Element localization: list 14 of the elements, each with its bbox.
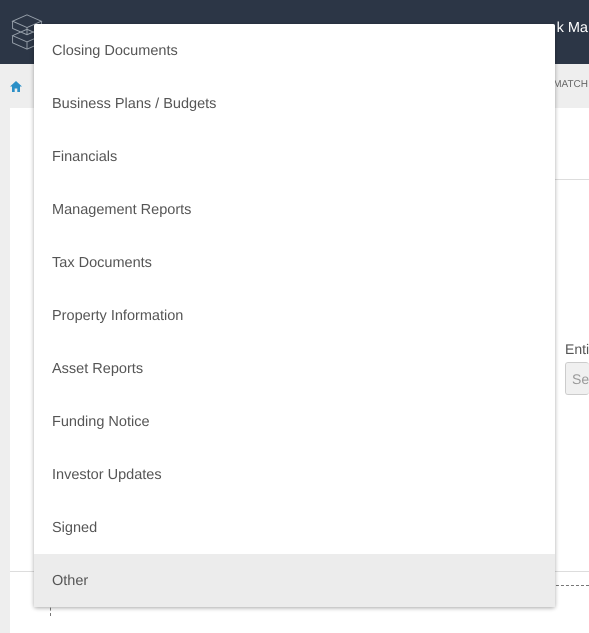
menu-item[interactable]: Business Plans / Budgets — [34, 77, 555, 130]
home-icon[interactable] — [10, 80, 22, 92]
menu-item[interactable]: Other — [34, 554, 555, 607]
menu-item[interactable]: Management Reports — [34, 183, 555, 236]
menu-item[interactable]: Asset Reports — [34, 342, 555, 395]
menu-item[interactable]: Signed — [34, 501, 555, 554]
menu-item[interactable]: Funding Notice — [34, 395, 555, 448]
menu-item[interactable]: Financials — [34, 130, 555, 183]
menu-item[interactable]: Investor Updates — [34, 448, 555, 501]
header-title: k Ma — [556, 20, 588, 36]
menu-item[interactable]: Property Information — [34, 289, 555, 342]
field-label: Enti — [565, 341, 589, 357]
menu-item[interactable]: Tax Documents — [34, 236, 555, 289]
menu-item[interactable]: Closing Documents — [34, 24, 555, 77]
